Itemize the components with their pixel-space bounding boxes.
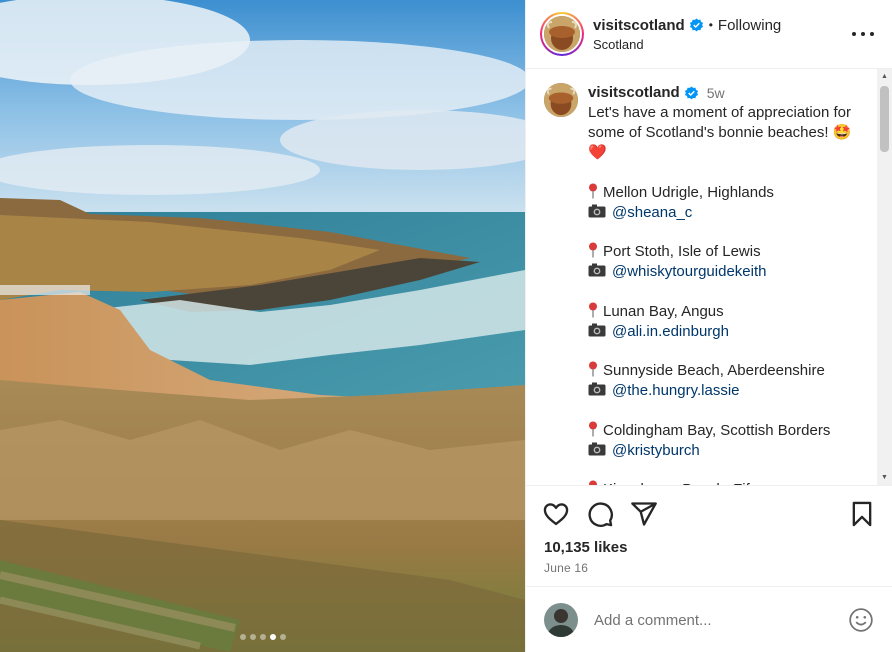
highland-cow-icon [544, 83, 578, 117]
entry-credit-line: @ali.in.edinburgh [588, 322, 862, 342]
scroll-down-icon[interactable]: ▼ [877, 470, 892, 485]
entry-location: Sunnyside Beach, Aberdeenshire [603, 362, 825, 379]
carousel-indicator [0, 634, 525, 640]
entry-location: Port Stoth, Isle of Lewis [603, 243, 761, 260]
entry-credit-line: @kristyburch [588, 441, 862, 461]
camera-icon [588, 323, 606, 336]
username-link[interactable]: visitscotland [593, 17, 685, 34]
heart-icon[interactable] [542, 500, 570, 528]
scroll-thumb[interactable] [880, 86, 889, 152]
caption-entry: Coldingham Bay, Scottish Borders @kristyb… [588, 421, 862, 461]
carousel-dot [259, 634, 266, 640]
carousel-dot [279, 634, 286, 640]
mention-link[interactable]: @sheana_c [612, 204, 692, 221]
caption-entry: Sunnyside Beach, Aberdeenshire @the.hungr… [588, 361, 862, 401]
mention-link[interactable]: @whiskytourguidekeith [612, 263, 766, 280]
following-button[interactable]: Following [718, 17, 781, 34]
verified-badge-icon [689, 17, 703, 31]
camera-icon [588, 382, 606, 396]
entry-location-line: Mellon Udrigle, Highlands [588, 183, 862, 203]
comment-input[interactable] [594, 611, 834, 629]
post-header: visitscotland • Following Scotland [526, 0, 892, 69]
caption-username[interactable]: visitscotland [588, 83, 680, 103]
share-icon[interactable] [630, 500, 658, 528]
mention-link[interactable]: @ali.in.edinburgh [612, 323, 729, 340]
beach-photo [0, 0, 525, 652]
post-photo[interactable] [0, 0, 525, 652]
round-pushpin-icon [589, 242, 597, 258]
more-options-icon[interactable] [852, 24, 874, 44]
round-pushpin-icon [589, 421, 597, 436]
highland-cow-icon [544, 16, 580, 52]
entry-location: Coldingham Bay, Scottish Borders [603, 421, 831, 439]
likes-count[interactable]: 10,135 likes [544, 539, 627, 556]
separator-dot: • [708, 18, 713, 32]
caption-scrollbar[interactable]: ▲ ▼ [877, 69, 892, 485]
entry-location-line: Sunnyside Beach, Aberdeenshire [588, 361, 862, 381]
round-pushpin-icon [589, 302, 597, 317]
entry-credit-line: @whiskytourguidekeith [588, 262, 862, 282]
entry-location: Lunan Bay, Angus [603, 302, 724, 320]
account-avatar [544, 16, 580, 52]
bookmark-icon[interactable] [848, 500, 876, 528]
caption-intro: Let's have a moment of appreciation for … [588, 104, 852, 161]
carousel-dot [249, 634, 256, 640]
camera-icon [588, 442, 606, 455]
caption-entry: Lunan Bay, Angus @ali.in.edinburgh [588, 302, 862, 342]
entry-credit-line: @sheana_c [588, 203, 862, 223]
post-side-panel: visitscotland • Following Scotland visit… [525, 0, 892, 652]
caption-entry: Mellon Udrigle, Highlands @sheana_c [588, 183, 862, 223]
post-time[interactable]: 5w [707, 83, 725, 103]
entry-credit-line: @the.hungry.lassie [588, 381, 862, 401]
emoji-icon[interactable] [848, 607, 874, 633]
camera-icon [588, 204, 606, 217]
mention-link[interactable]: @the.hungry.lassie [612, 382, 740, 399]
current-user-avatar [544, 603, 578, 637]
entry-location: Mellon Udrigle, Highlands [603, 183, 774, 201]
camera-icon [588, 263, 606, 277]
comment-icon[interactable] [586, 500, 614, 528]
carousel-dot [239, 634, 246, 640]
action-bar: 10,135 likes June 16 [526, 485, 892, 587]
caption-entry: Port Stoth, Isle of Lewis @whiskytourguid… [588, 242, 862, 282]
caption-scroll-area[interactable]: visitscotland 5w Let's have a moment of … [526, 69, 892, 485]
entry-location-line: Port Stoth, Isle of Lewis [588, 242, 862, 262]
round-pushpin-icon [589, 183, 597, 198]
entry-location-line: Coldingham Bay, Scottish Borders [588, 421, 862, 441]
mention-link[interactable]: @kristyburch [612, 442, 700, 459]
round-pushpin-icon [589, 361, 597, 377]
user-photo-icon [544, 603, 578, 637]
carousel-dot-active [269, 634, 276, 640]
entry-location-line: Lunan Bay, Angus [588, 302, 862, 322]
scroll-up-icon[interactable]: ▲ [877, 69, 892, 84]
story-ring[interactable] [540, 12, 584, 56]
post-date[interactable]: June 16 [544, 561, 588, 575]
comment-composer [526, 588, 892, 652]
verified-badge-icon [684, 85, 698, 99]
location-link[interactable]: Scotland [593, 37, 781, 52]
caption-avatar[interactable] [544, 83, 578, 117]
